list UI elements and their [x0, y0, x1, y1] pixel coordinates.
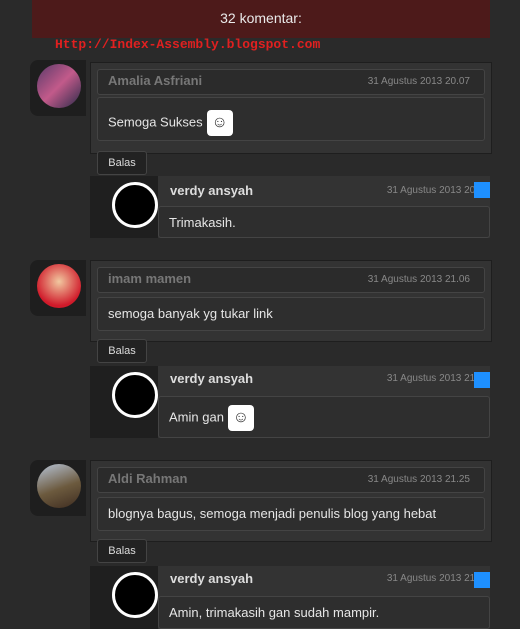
comment-text: Semoga Sukses ☺ [108, 110, 233, 136]
reply-card: verdy ansyah 31 Agustus 2013 20. Trimaka… [90, 176, 490, 238]
comment-text-content: Semoga Sukses [108, 114, 203, 130]
reply-avatar[interactable] [112, 572, 158, 618]
reply-body: Amin gan ☺ [158, 396, 490, 438]
reply-avatar[interactable] [112, 182, 158, 228]
reply-text: Amin, trimakasih gan sudah mampir. [169, 605, 380, 620]
reply-date[interactable]: 31 Agustus 2013 21. [387, 573, 478, 584]
comment-author[interactable]: Amalia Asfriani [108, 73, 202, 88]
watermark-url: Http://Index-Assembly.blogspot.com [55, 37, 321, 52]
reply-button[interactable]: Balas [97, 539, 147, 563]
comment-header: Amalia Asfriani 31 Agustus 2013 20.07 [97, 69, 485, 95]
comment-header: Aldi Rahman 31 Agustus 2013 21.25 [97, 467, 485, 493]
reply-text-content: Amin gan [169, 409, 224, 425]
reply-author[interactable]: verdy ansyah [170, 571, 253, 586]
comment-card: imam mamen 31 Agustus 2013 21.06 semoga … [90, 260, 492, 342]
comments-header: 32 komentar: [32, 0, 490, 38]
reply-body: Amin, trimakasih gan sudah mampir. [158, 596, 490, 629]
reply-card: verdy ansyah 31 Agustus 2013 21. Amin, t… [90, 566, 490, 629]
reply-content: verdy ansyah 31 Agustus 2013 21. Amin, t… [158, 566, 490, 629]
reply-author[interactable]: verdy ansyah [170, 371, 253, 386]
admin-badge-icon [474, 182, 490, 198]
comment-author[interactable]: Aldi Rahman [108, 471, 187, 486]
avatar[interactable] [37, 264, 81, 308]
comment-body: blognya bagus, semoga menjadi penulis bl… [97, 497, 485, 531]
comment-text: semoga banyak yg tukar link [108, 306, 273, 321]
comment-author[interactable]: imam mamen [108, 271, 191, 286]
reply-author[interactable]: verdy ansyah [170, 183, 253, 198]
reply-card: verdy ansyah 31 Agustus 2013 21. Amin ga… [90, 366, 490, 438]
comment-card: Aldi Rahman 31 Agustus 2013 21.25 blogny… [90, 460, 492, 542]
reply-content: verdy ansyah 31 Agustus 2013 21. Amin ga… [158, 366, 490, 438]
comments-count-title: 32 komentar: [220, 10, 302, 26]
comment-date[interactable]: 31 Agustus 2013 21.06 [368, 274, 470, 285]
comment-body: semoga banyak yg tukar link [97, 297, 485, 331]
comment-date[interactable]: 31 Agustus 2013 21.25 [368, 474, 470, 485]
comment-header: imam mamen 31 Agustus 2013 21.06 [97, 267, 485, 293]
comment-body: Semoga Sukses ☺ [97, 97, 485, 141]
reply-avatar[interactable] [112, 372, 158, 418]
reply-date[interactable]: 31 Agustus 2013 20. [387, 185, 478, 196]
reply-body: Trimakasih. [158, 206, 490, 238]
avatar[interactable] [37, 464, 81, 508]
comment-card: Amalia Asfriani 31 Agustus 2013 20.07 Se… [90, 62, 492, 154]
reply-date[interactable]: 31 Agustus 2013 21. [387, 373, 478, 384]
reply-button[interactable]: Balas [97, 151, 147, 175]
reply-text: Trimakasih. [169, 215, 236, 230]
comment-date[interactable]: 31 Agustus 2013 20.07 [368, 76, 470, 87]
avatar[interactable] [37, 64, 81, 108]
admin-badge-icon [474, 572, 490, 588]
admin-badge-icon [474, 372, 490, 388]
reply-text: Amin gan ☺ [169, 405, 254, 431]
smiley-icon: ☺ [206, 110, 233, 136]
smiley-icon: ☺ [227, 405, 254, 431]
comment-text: blognya bagus, semoga menjadi penulis bl… [108, 506, 437, 521]
reply-button[interactable]: Balas [97, 339, 147, 363]
reply-content: verdy ansyah 31 Agustus 2013 20. Trimaka… [158, 176, 490, 238]
